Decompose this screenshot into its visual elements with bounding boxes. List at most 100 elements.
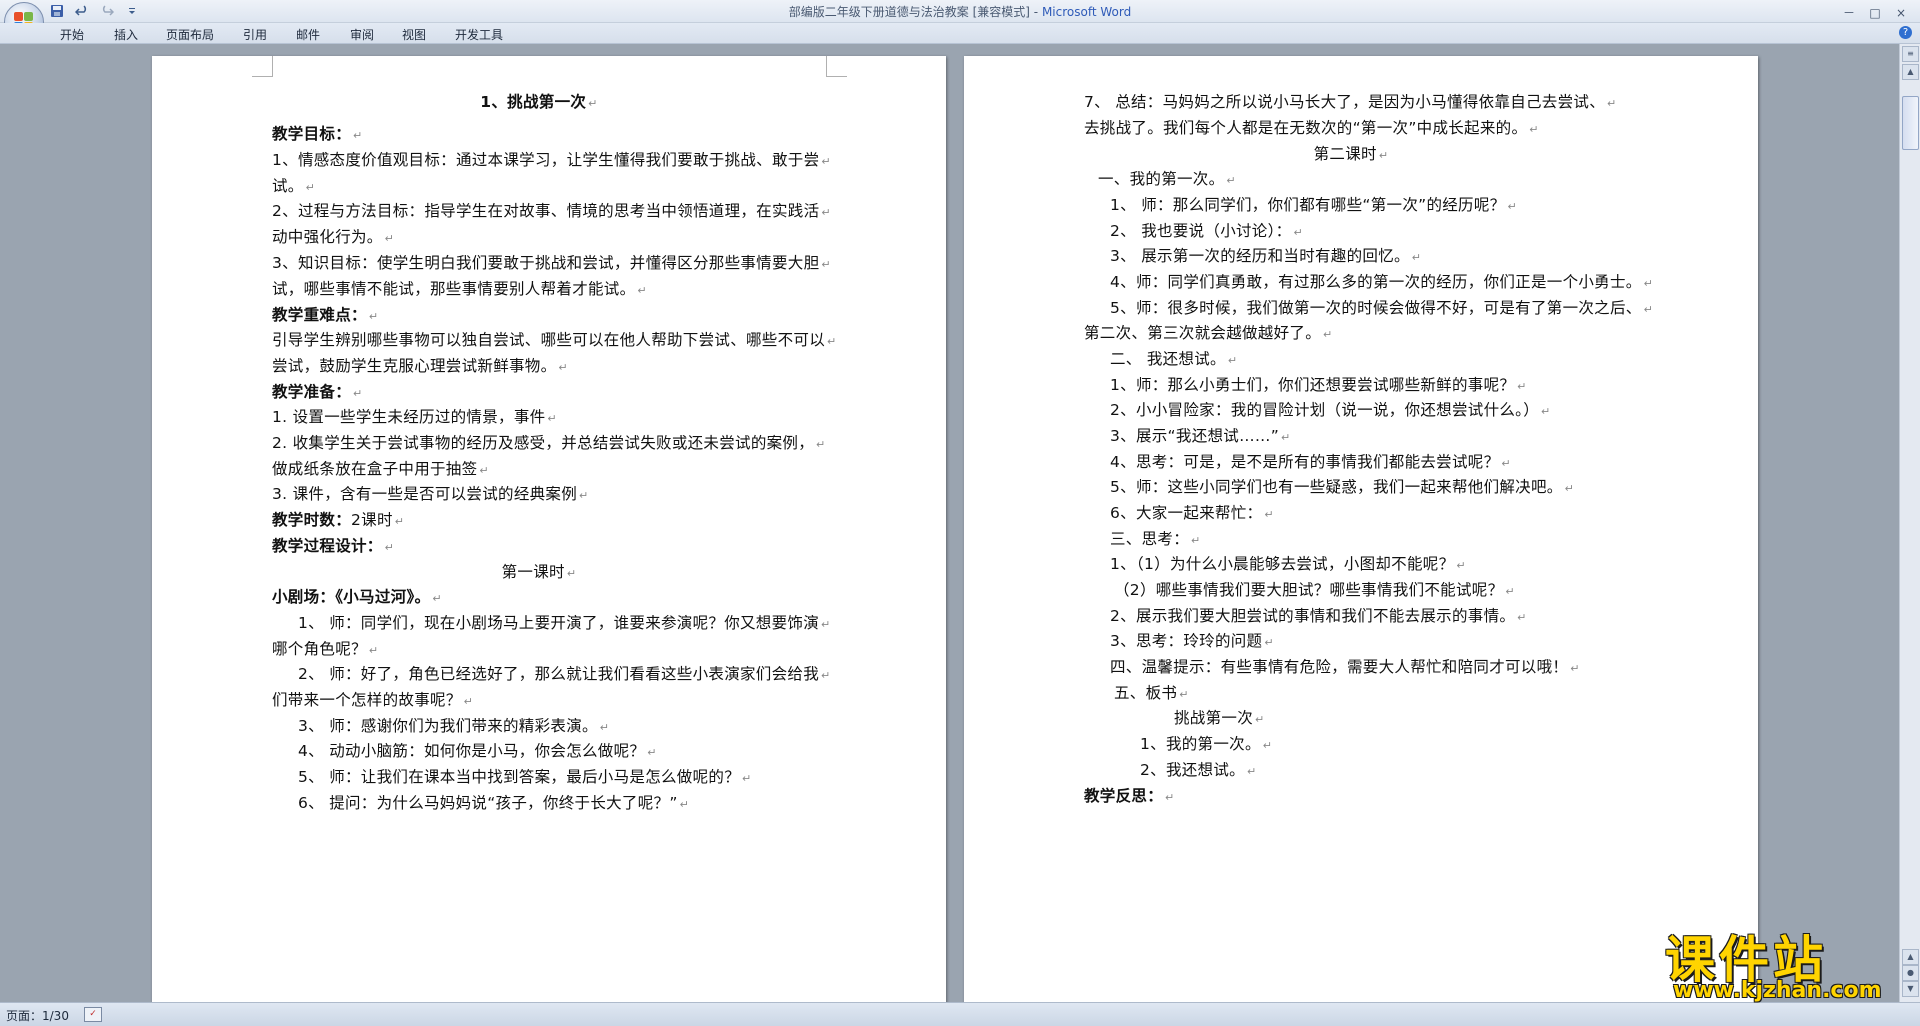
paragraph-mark-icon: ↵ — [1226, 174, 1236, 187]
document-area[interactable]: 1、挑战第一次 ↵ 教学目标： ↵ 1、情感态度价值观目标：通过本课学习，让学生懂得我们… — [0, 44, 1900, 1002]
line-text: 第一课时 — [501, 563, 565, 581]
text-line: 3. 课件，含有一些是否可以尝试的经典案例 ↵ — [272, 482, 589, 504]
paragraph-mark-icon: ↵ — [1517, 380, 1527, 393]
line-text: 3、思考：玲玲的问题 — [1110, 632, 1263, 650]
paragraph-mark-icon: ↵ — [1323, 328, 1333, 341]
line-text: 2、 我也要说（小讨论）： — [1110, 222, 1292, 240]
paragraph-mark-icon: ↵ — [1643, 277, 1654, 290]
paragraph-mark-icon: ↵ — [821, 618, 831, 631]
paragraph-mark-icon: ↵ — [1255, 713, 1265, 726]
crop-mark — [252, 56, 273, 77]
line-text: 教学过程设计： — [272, 537, 383, 555]
customize-icon[interactable] — [125, 4, 139, 18]
text-line: 去挑战了。我们每个人都是在无数次的“第一次”中成长起来的。 ↵ — [1084, 116, 1539, 138]
line-text: 教学目标： — [272, 125, 352, 143]
text-line: 1、（1）为什么小晨能够去尝试，小图却不能呢？ ↵ — [1110, 552, 1466, 574]
text-line: 教学过程设计： ↵ — [272, 534, 394, 556]
text-line: 5、师：这些小同学们也有一些疑惑，我们一起来帮他们解决吧。 ↵ — [1110, 475, 1574, 497]
line-text: 1、挑战第一次 — [480, 93, 587, 111]
save-icon[interactable] — [50, 4, 64, 18]
tab-developer[interactable]: 开发工具 — [455, 26, 503, 43]
scroll-thumb[interactable] — [1902, 96, 1919, 150]
paragraph-mark-icon: ↵ — [821, 155, 831, 168]
line-text: 做成纸条放在盒子中用于抽签 — [272, 460, 478, 478]
paragraph-mark-icon: ↵ — [1165, 791, 1175, 804]
paragraph-mark-icon: ↵ — [1411, 251, 1422, 264]
line-text: 教学时数： — [272, 511, 352, 529]
paragraph-mark-icon: ↵ — [1264, 508, 1274, 521]
text-line: 3、知识目标：使学生明白我们要敢于挑战和尝试，并懂得区分那些事情要大胆 ↵ — [272, 251, 831, 273]
watermark-logo: 课件站 www.kjzhan.com — [1665, 920, 1905, 1005]
paragraph-mark-icon: ↵ — [353, 387, 363, 400]
line-text: 1. 设置一些学生未经历过的情景，事件 — [272, 408, 546, 426]
text-line: 教学准备： ↵ — [272, 380, 363, 402]
text-line: 尝试，鼓励学生克服心理尝试新鲜事物。 ↵ — [272, 354, 568, 376]
line-text: 试。 — [272, 177, 304, 195]
text-line: 7、 总结：马妈妈之所以说小马长大了，是因为小马懂得依靠自己去尝试、 ↵ — [1084, 90, 1617, 112]
text-line: 2、过程与方法目标：指导学生在对故事、情境的思考当中领悟道理，在实践活 ↵ — [272, 199, 831, 221]
minimize-button[interactable]: － — [1836, 4, 1862, 21]
text-line: 四、温馨提示：有些事情有危险，需要大人帮忙和陪同才可以哦！ ↵ — [1110, 655, 1580, 677]
line-text: 1、（1）为什么小晨能够去尝试，小图却不能呢？ — [1110, 555, 1455, 573]
line-text: 1、情感态度价值观目标：通过本课学习，让学生懂得我们要敢于挑战、敢于尝 — [272, 151, 820, 169]
paragraph-mark-icon: ↵ — [1505, 585, 1515, 598]
line-text: 1、师：那么小勇士们，你们还想要尝试哪些新鲜的事呢？ — [1110, 376, 1516, 394]
vertical-scrollbar[interactable]: ≡ ▲ ▲ ● ▼ — [1899, 44, 1920, 1002]
paragraph-mark-icon: ↵ — [1456, 559, 1466, 572]
paragraph-mark-icon: ↵ — [479, 464, 489, 477]
paragraph-mark-icon: ↵ — [599, 721, 610, 734]
tab-insert[interactable]: 插入 — [114, 26, 138, 43]
page-left[interactable]: 1、挑战第一次 ↵ 教学目标： ↵ 1、情感态度价值观目标：通过本课学习，让学生懂得我们… — [152, 56, 946, 1002]
language-icon[interactable]: ✓ — [84, 1007, 102, 1022]
text-line: 1、挑战第一次 ↵ — [252, 90, 826, 112]
paragraph-mark-icon: ↵ — [368, 644, 379, 657]
text-line: 2、 师：好了，角色已经选好了，那么就让我们看看这些小表演家们会给我 ↵ — [298, 662, 831, 684]
text-line: 二、 我还想试。 ↵ — [1110, 347, 1237, 369]
text-line: 1、 师：那么同学们，你们都有哪些“第一次”的经历呢？ ↵ — [1110, 193, 1517, 215]
tab-home[interactable]: 开始 — [60, 26, 84, 43]
maximize-button[interactable]: □ — [1862, 6, 1888, 20]
line-text: 2、过程与方法目标：指导学生在对故事、情境的思考当中领悟道理，在实践活 — [272, 202, 820, 220]
paragraph-mark-icon: ↵ — [384, 541, 395, 554]
tab-review[interactable]: 审阅 — [350, 26, 374, 43]
line-text: （2）哪些事情我们要大胆试？哪些事情我们不能试呢？ — [1114, 581, 1504, 599]
line-text: 一、我的第一次。 — [1098, 170, 1225, 188]
tab-page-layout[interactable]: 页面布局 — [166, 26, 214, 43]
paragraph-mark-icon: ↵ — [637, 284, 647, 297]
redo-icon[interactable] — [100, 4, 115, 18]
page-count[interactable]: 页面：1/30 — [6, 1007, 69, 1024]
ribbon-tabs: 开始 插入 页面布局 引用 邮件 审阅 视图 开发工具 ? — [0, 23, 1920, 44]
ruler-toggle-icon[interactable]: ≡ — [1902, 46, 1919, 62]
paragraph-mark-icon: ↵ — [1293, 226, 1303, 239]
line-text: 3. 课件，含有一些是否可以尝试的经典案例 — [272, 485, 578, 503]
close-button[interactable]: × — [1888, 6, 1914, 20]
line-text: 二、 我还想试。 — [1110, 350, 1226, 368]
paragraph-mark-icon: ↵ — [647, 746, 657, 759]
text-line: 1、我的第一次。 ↵ — [1140, 732, 1272, 754]
paragraph-mark-icon: ↵ — [547, 412, 557, 425]
text-line: 们带来一个怎样的故事呢？ ↵ — [272, 688, 473, 710]
tab-view[interactable]: 视图 — [402, 26, 426, 43]
scroll-up-icon[interactable]: ▲ — [1902, 64, 1919, 80]
paragraph-mark-icon: ↵ — [1517, 611, 1527, 624]
tab-mailings[interactable]: 邮件 — [296, 26, 320, 43]
title-bar: 部编版二年级下册道德与法治教案 [兼容模式] - Microsoft Word … — [0, 0, 1920, 23]
text-line: 6、大家一起来帮忙： ↵ — [1110, 501, 1274, 523]
text-line: 2、我还想试。 ↵ — [1140, 758, 1257, 780]
paragraph-mark-icon: ↵ — [1191, 534, 1201, 547]
text-line: 2、展示我们要大胆尝试的事情和我们不能去展示的事情。 ↵ — [1110, 604, 1527, 626]
page-right[interactable]: 7、 总结：马妈妈之所以说小马长大了，是因为小马懂得依靠自己去尝试、 ↵ 去挑战了。… — [964, 56, 1758, 1002]
line-text: 4、思考：可是，是不是所有的事情我们都能去尝试呢？ — [1110, 453, 1500, 471]
text-line: 1、情感态度价值观目标：通过本课学习，让学生懂得我们要敢于挑战、敢于尝 ↵ — [272, 148, 831, 170]
paragraph-mark-icon: ↵ — [1564, 482, 1575, 495]
tab-references[interactable]: 引用 — [243, 26, 267, 43]
text-line: 试，哪些事情不能试，那些事情要别人帮着才能试。 ↵ — [272, 277, 647, 299]
undo-icon[interactable] — [75, 4, 89, 18]
text-line: 4、师：同学们真勇敢，有过那么多的第一次的经历，你们正是一个小勇士。 ↵ — [1110, 270, 1653, 292]
help-icon[interactable]: ? — [1899, 26, 1912, 39]
window-title: 部编版二年级下册道德与法治教案 [兼容模式] - Microsoft Word — [0, 3, 1920, 20]
line-text: 2、展示我们要大胆尝试的事情和我们不能去展示的事情。 — [1110, 607, 1516, 625]
document-title: 部编版二年级下册道德与法治教案 [兼容模式] — [788, 5, 1030, 19]
paragraph-mark-icon: ↵ — [305, 181, 316, 194]
text-line: 一、我的第一次。 ↵ — [1098, 167, 1236, 189]
